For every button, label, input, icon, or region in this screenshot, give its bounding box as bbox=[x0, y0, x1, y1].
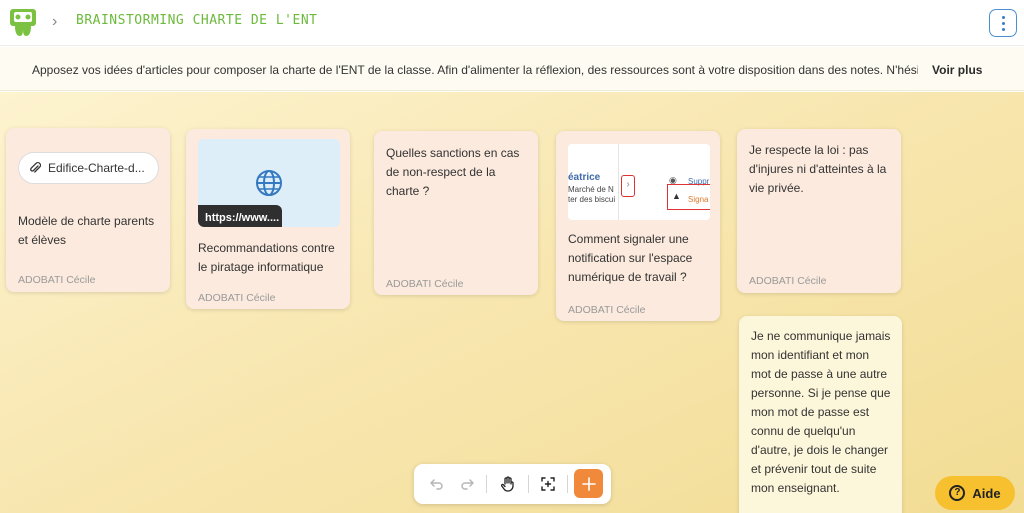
note-author: ADOBATI Cécile bbox=[18, 274, 96, 286]
kebab-menu-icon[interactable] bbox=[989, 9, 1017, 37]
note-text: Modèle de charte parents et élèves bbox=[18, 214, 155, 247]
note-author: ADOBATI Cécile bbox=[386, 278, 464, 290]
note-text: Je respecte la loi : pas d'injures ni d'… bbox=[749, 143, 887, 195]
attachment-label: Edifice-Charte-d... bbox=[48, 160, 145, 175]
note-text: Quelles sanctions en cas de non-respect … bbox=[386, 146, 520, 198]
link-preview[interactable]: https://www.... bbox=[198, 139, 340, 227]
board-canvas[interactable]: Edifice-Charte-d... Modèle de charte par… bbox=[0, 92, 1024, 513]
warning-icon: ▲ bbox=[672, 191, 681, 201]
note-author: ADOBATI Cécile bbox=[198, 292, 276, 304]
screenshot-preview[interactable]: éatrice Marché de N ter des biscui › ◉ S… bbox=[568, 144, 710, 220]
globe-icon bbox=[256, 170, 282, 196]
attachment-chip[interactable]: Edifice-Charte-d... bbox=[18, 152, 159, 184]
note-text: Recommandations contre le piratage infor… bbox=[198, 241, 335, 274]
help-button[interactable]: ? Aide bbox=[935, 476, 1015, 510]
note-card[interactable]: éatrice Marché de N ter des biscui › ◉ S… bbox=[556, 131, 720, 321]
note-card[interactable]: Je ne communique jamais mon identifiant … bbox=[739, 316, 902, 513]
note-card[interactable]: https://www.... Recommandations contre l… bbox=[186, 129, 350, 309]
undo-icon[interactable] bbox=[424, 471, 450, 497]
note-text: Comment signaler une notification sur l'… bbox=[568, 232, 693, 284]
chevron-right-icon: › bbox=[52, 13, 58, 30]
chevron-right-icon: › bbox=[621, 175, 635, 197]
add-note-button[interactable] bbox=[574, 469, 603, 498]
note-text: Je ne communique jamais mon identifiant … bbox=[751, 329, 891, 495]
page-title: BRAINSTORMING CHARTE DE L'ENT bbox=[76, 13, 318, 28]
note-card[interactable]: Quelles sanctions en cas de non-respect … bbox=[374, 131, 538, 295]
hand-icon[interactable] bbox=[495, 471, 521, 497]
screenshot-text: ter des biscui bbox=[568, 195, 616, 204]
top-bar: › BRAINSTORMING CHARTE DE L'ENT bbox=[0, 0, 1024, 46]
see-more-button[interactable]: Voir plus bbox=[932, 63, 982, 77]
plus-icon bbox=[581, 476, 596, 491]
paperclip-icon bbox=[30, 162, 42, 173]
screenshot-text: Signa bbox=[688, 195, 709, 204]
redo-icon[interactable] bbox=[454, 471, 480, 497]
link-url: https://www.... bbox=[198, 205, 282, 227]
description-text: Apposez vos idées d'articles pour compos… bbox=[32, 63, 918, 77]
fit-screen-icon[interactable] bbox=[535, 471, 561, 497]
help-label: Aide bbox=[972, 485, 1001, 501]
note-author: ADOBATI Cécile bbox=[749, 275, 827, 287]
note-card[interactable]: Je respecte la loi : pas d'injures ni d'… bbox=[737, 129, 901, 293]
ent-logo-icon[interactable] bbox=[9, 8, 37, 38]
question-icon: ? bbox=[949, 485, 966, 501]
board-description: Apposez vos idées d'articles pour compos… bbox=[0, 47, 1024, 91]
board-toolbar bbox=[414, 464, 611, 504]
note-card[interactable]: Edifice-Charte-d... Modèle de charte par… bbox=[6, 128, 170, 292]
note-author: ADOBATI Cécile bbox=[568, 304, 646, 316]
